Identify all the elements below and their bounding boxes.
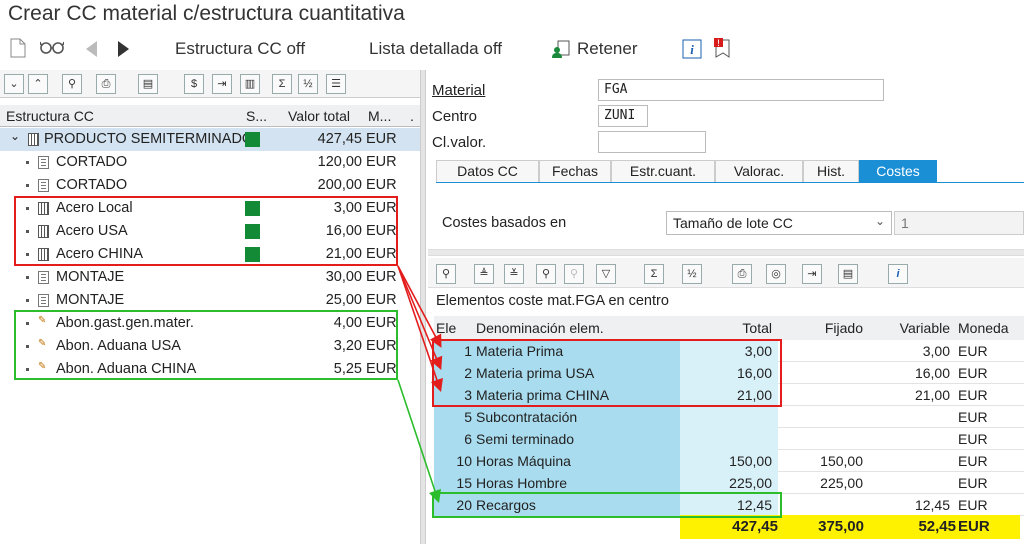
connector-arrows [397,265,443,504]
